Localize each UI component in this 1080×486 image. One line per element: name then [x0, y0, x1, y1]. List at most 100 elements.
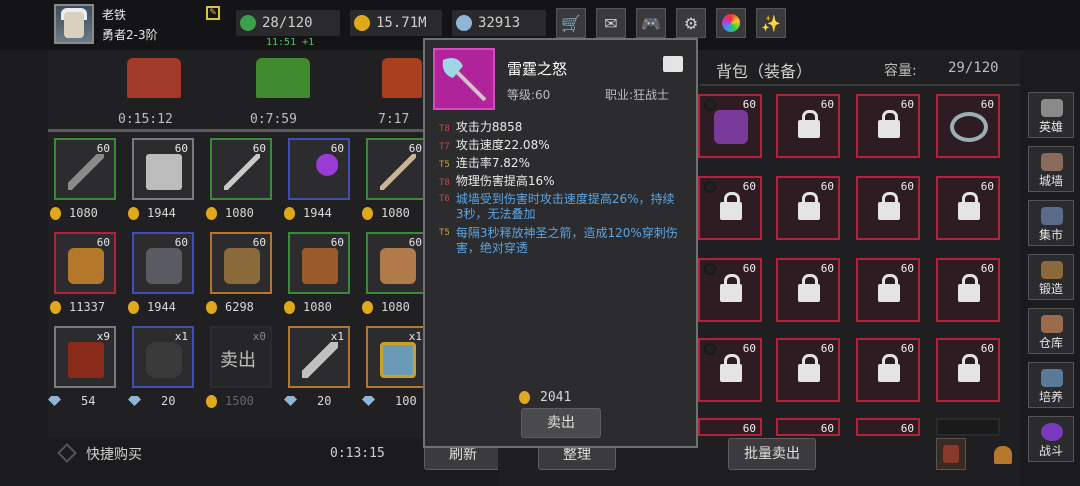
shop-item[interactable]: 60 — [288, 232, 350, 294]
shop-item[interactable]: 60 — [132, 138, 194, 200]
bag-item[interactable]: 60 — [936, 94, 1000, 158]
gamepad-button[interactable]: 🎮 — [636, 8, 666, 38]
armor-icon — [68, 248, 104, 284]
staff-icon — [68, 154, 104, 190]
shop-item[interactable]: 60 — [54, 232, 116, 294]
lock-icon — [958, 274, 980, 302]
chest-3[interactable] — [382, 58, 422, 98]
bag-item[interactable]: 60 — [776, 258, 840, 322]
stat-text: 物理伤害提高16% — [455, 174, 555, 188]
price-value: 1080 — [69, 206, 98, 220]
bag-item[interactable]: 60 — [698, 338, 762, 402]
armor-filter-button[interactable] — [936, 438, 966, 470]
mail-button[interactable]: ✉ — [596, 8, 626, 38]
side-menu-label: 锻造 — [1038, 282, 1063, 296]
settings-button[interactable]: ⚙ — [676, 8, 706, 38]
bag-item[interactable]: 60 — [856, 338, 920, 402]
shop-item[interactable]: 60 — [288, 138, 350, 200]
coin-icon — [519, 391, 530, 404]
bag-item[interactable]: 60 — [856, 418, 920, 436]
bag-item[interactable]: 60 — [698, 94, 762, 158]
train-icon — [1041, 369, 1063, 387]
sold-out-label: 卖出 — [220, 350, 256, 371]
coin-icon — [128, 206, 139, 220]
side-menu-warehouse[interactable]: 仓库 — [1028, 308, 1074, 354]
side-menu-hero[interactable]: 英雄 — [1028, 92, 1074, 138]
side-menu-market[interactable]: 集市 — [1028, 200, 1074, 246]
bag-item[interactable]: 60 — [698, 176, 762, 240]
gamepad-icon: 🎮 — [641, 13, 661, 33]
side-menu-train[interactable]: 培养 — [1028, 362, 1074, 408]
shop-item[interactable]: x1 — [132, 326, 194, 388]
sell-button[interactable]: 卖出 — [521, 408, 601, 438]
item-count: x1 — [174, 330, 188, 343]
shop-cart-button[interactable]: 🛒 — [556, 8, 586, 38]
bag-item[interactable]: 60 — [776, 418, 840, 436]
bag-item[interactable]: 60 — [936, 338, 1000, 402]
item-level: 60 — [980, 342, 994, 355]
bag-item[interactable]: 60 — [936, 258, 1000, 322]
item-name: 雷霆之怒 — [507, 60, 568, 78]
sell-price: 2041 — [519, 390, 571, 405]
shop-item[interactable]: 60 — [210, 232, 272, 294]
shop-price: 54 — [48, 394, 95, 408]
feather-icon — [302, 342, 338, 378]
axe-icon — [442, 58, 487, 102]
helmet-filter-button[interactable] — [986, 438, 1020, 470]
market-icon — [1041, 207, 1063, 225]
chest-1[interactable] — [127, 58, 181, 98]
lock-icon — [798, 354, 820, 382]
shop-item[interactable]: 60 — [54, 138, 116, 200]
shop-item[interactable]: 60 — [132, 232, 194, 294]
side-menu-battle[interactable]: 战斗 — [1028, 416, 1074, 462]
bag-item[interactable]: 60 — [856, 176, 920, 240]
side-menu-wall[interactable]: 城墙 — [1028, 146, 1074, 192]
chest-2[interactable] — [256, 58, 310, 98]
bag-item[interactable]: 60 — [698, 418, 762, 436]
item-level: 60 — [820, 262, 834, 275]
price-value: 11337 — [69, 300, 106, 314]
helmet-icon — [1041, 99, 1063, 117]
lock-icon — [798, 274, 820, 302]
edit-icon[interactable]: ✎ — [206, 6, 220, 20]
bag-item[interactable]: 60 — [776, 94, 840, 158]
item-level: 60 — [820, 98, 834, 111]
ring-icon — [950, 112, 988, 142]
bag-item[interactable]: 60 — [936, 176, 1000, 240]
bag-item[interactable]: 60 — [776, 338, 840, 402]
chest-2-timer: 0:7:59 — [250, 112, 297, 127]
shop-item[interactable]: x1 — [366, 326, 428, 388]
lock-icon — [720, 192, 742, 220]
side-menu-forge[interactable]: 锻造 — [1028, 254, 1074, 300]
lock-icon — [720, 354, 742, 382]
shop-item[interactable]: 60 — [210, 138, 272, 200]
lock-icon[interactable] — [663, 56, 683, 72]
energy-display: 28/120 — [236, 10, 340, 36]
gem-icon — [284, 396, 297, 406]
bag-item[interactable]: 60 — [698, 258, 762, 322]
bag-divider — [700, 84, 1020, 86]
fireworks-button[interactable]: ✨ — [756, 8, 786, 38]
avatar[interactable] — [54, 4, 94, 44]
gem-icon — [48, 396, 61, 406]
color-wheel-button[interactable] — [716, 8, 746, 38]
shop-item[interactable]: 60 — [366, 232, 428, 294]
bag-item[interactable]: 60 — [856, 258, 920, 322]
price-value: 1080 — [381, 206, 410, 220]
portal-icon — [1041, 423, 1063, 441]
gold-coin-icon — [354, 15, 370, 31]
shop-item[interactable]: x9 — [54, 326, 116, 388]
shop-item[interactable]: x1 — [288, 326, 350, 388]
shop-price: 1080 — [362, 206, 410, 220]
gem-icon — [128, 396, 141, 406]
shop-item[interactable]: 60 — [366, 138, 428, 200]
bag-item[interactable]: 60 — [776, 176, 840, 240]
bag-item[interactable] — [936, 418, 1000, 436]
shop-item[interactable]: x0 卖出 — [210, 326, 272, 388]
shop-price: 1080 — [284, 300, 332, 314]
shop-divider — [48, 129, 430, 132]
bag-item[interactable]: 60 — [856, 94, 920, 158]
quick-buy-diamond-icon[interactable] — [57, 443, 77, 463]
bulk-sell-button[interactable]: 批量卖出 — [728, 438, 816, 470]
quick-buy-label[interactable]: 快捷购买 — [86, 444, 142, 464]
